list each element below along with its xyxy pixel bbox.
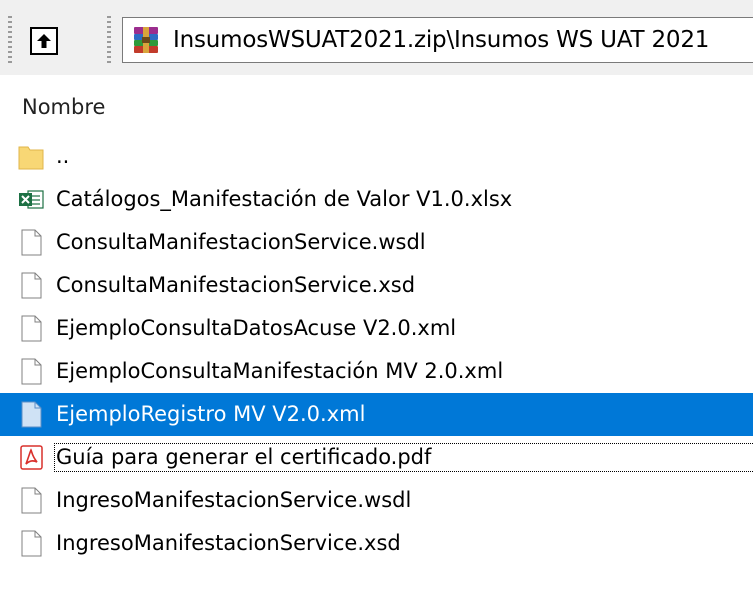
list-item[interactable]: ConsultaManifestacionService.xsd (0, 264, 753, 307)
list-item[interactable]: IngresoManifestacionService.xsd (0, 522, 753, 565)
archive-icon (131, 25, 163, 55)
address-path: InsumosWSUAT2021.zip\Insumos WS UAT 2021 (173, 27, 710, 53)
list-item[interactable]: Catálogos_Manifestación de Valor V1.0.xl… (0, 178, 753, 221)
pdf-icon (20, 445, 43, 470)
file-name: ConsultaManifestacionService.wsdl (56, 230, 426, 254)
file-name: Catálogos_Manifestación de Valor V1.0.xl… (56, 187, 513, 211)
list-item[interactable]: IngresoManifestacionService.wsdl (0, 479, 753, 522)
file-icon (21, 401, 42, 428)
list-item[interactable]: EjemploConsultaDatosAcuse V2.0.xml (0, 307, 753, 350)
folder-icon (18, 146, 44, 170)
file-name: Guía para generar el certificado.pdf (53, 443, 753, 472)
file-name: EjemploConsultaManifestación MV 2.0.xml (56, 359, 504, 383)
file-icon (21, 487, 42, 514)
file-name: EjemploRegistro MV V2.0.xml (56, 402, 366, 426)
file-list: .. Catálogos_Manifestación de Valor V1.0… (0, 135, 753, 565)
file-name: IngresoManifestacionService.xsd (56, 531, 401, 555)
toolbar-grip[interactable] (8, 16, 12, 64)
toolbar: InsumosWSUAT2021.zip\Insumos WS UAT 2021 (0, 0, 753, 75)
file-name: .. (56, 144, 70, 168)
file-icon (21, 315, 42, 342)
column-header-name[interactable]: Nombre (22, 95, 105, 119)
excel-icon (19, 190, 44, 209)
toolbar-grip-2[interactable] (107, 16, 111, 64)
list-header: Nombre (0, 75, 753, 133)
file-icon (21, 229, 42, 256)
list-item[interactable]: ConsultaManifestacionService.wsdl (0, 221, 753, 264)
list-item[interactable]: EjemploConsultaManifestación MV 2.0.xml (0, 350, 753, 393)
address-bar[interactable]: InsumosWSUAT2021.zip\Insumos WS UAT 2021 (122, 17, 753, 63)
up-arrow-icon (37, 34, 51, 48)
file-name: IngresoManifestacionService.wsdl (56, 488, 412, 512)
list-item-focused[interactable]: Guía para generar el certificado.pdf (0, 436, 753, 479)
file-icon (21, 272, 42, 299)
file-name: ConsultaManifestacionService.xsd (56, 273, 416, 297)
file-name: EjemploConsultaDatosAcuse V2.0.xml (56, 316, 457, 340)
list-item-selected[interactable]: EjemploRegistro MV V2.0.xml (0, 393, 753, 436)
file-icon (21, 358, 42, 385)
up-folder-button[interactable] (30, 27, 58, 55)
list-item-parent-folder[interactable]: .. (0, 135, 753, 178)
file-icon (21, 530, 42, 557)
